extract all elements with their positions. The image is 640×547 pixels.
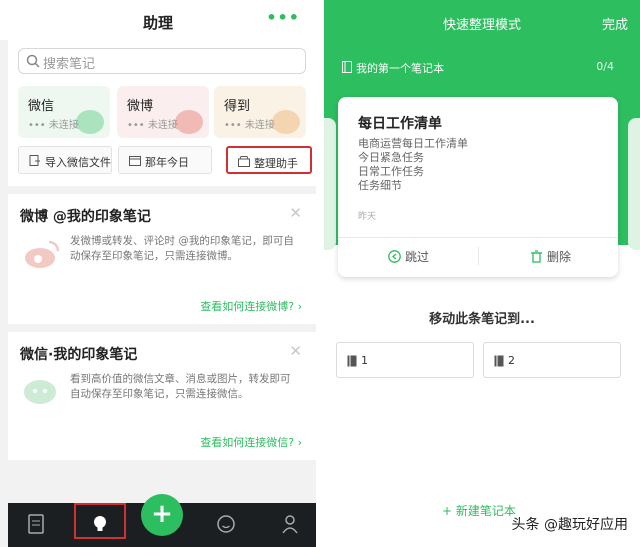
- import-wechat-file-button[interactable]: 导入微信文件: [18, 146, 112, 174]
- service-status: ••• 未连接: [28, 120, 79, 131]
- card-title: 微博 @我的印象笔记: [20, 209, 151, 225]
- card-description: 看到高价值的微信文章、消息或图片，转发即可自动保存至印象笔记，只需连接微信。: [70, 373, 291, 400]
- divider: [338, 237, 618, 238]
- watermark: 头条 @趣玩好应用: [511, 517, 628, 533]
- done-button[interactable]: 完成: [602, 14, 628, 33]
- action-label: 那年今日: [145, 156, 189, 169]
- card-description: 发微博或转发、评论时 @我的印象笔记，即可自动保存至印象笔记，只需连接微博。: [70, 235, 294, 262]
- skip-button[interactable]: 跳过: [388, 248, 429, 265]
- note-title: 每日工作清单: [358, 116, 442, 132]
- action-label: 导入微信文件: [45, 156, 111, 169]
- add-note-button[interactable]: +: [141, 494, 183, 536]
- quick-organize-screen: 快速整理模式 完成 我的第一个笔记本 0/4 每日工作清单 电商运营每日工作清单…: [324, 0, 640, 547]
- weibo-help-link[interactable]: 查看如何连接微博? ›: [200, 298, 302, 314]
- file-import-icon: [29, 155, 40, 166]
- note-preview: 电商运营每日工作清单 今日紧急任务 日常工作任务 任务细节: [358, 137, 468, 193]
- weibo-icon: [175, 110, 203, 134]
- current-notebook-row: 我的第一个笔记本 0/4: [324, 57, 640, 77]
- close-icon[interactable]: ✕: [289, 342, 302, 360]
- notes-tab-icon[interactable]: [26, 513, 46, 535]
- page-title: 快速整理模式: [442, 18, 521, 33]
- notebook-progress: 0/4: [596, 60, 614, 73]
- service-weibo[interactable]: 微博 ••• 未连接: [117, 86, 209, 138]
- notebook-icon: [494, 355, 504, 367]
- move-to-heading: 移动此条笔记到...: [429, 312, 535, 327]
- wechat-connect-card: 微信·我的印象笔记 ✕ 看到高价值的微信文章、消息或图片，转发即可自动保存至印象…: [8, 332, 316, 460]
- trash-icon: [531, 250, 542, 263]
- note-line: 电商运营每日工作清单: [358, 137, 468, 150]
- dedao-icon: [272, 110, 300, 134]
- note-line: 日常工作任务: [358, 165, 424, 178]
- weibo-connect-card: 微博 @我的印象笔记 ✕ 发微博或转发、评论时 @我的印象笔记，即可自动保存至印…: [8, 194, 316, 324]
- notebook-label: 2: [508, 354, 515, 367]
- service-dedao[interactable]: 得到 ••• 未连接: [214, 86, 306, 138]
- notebook-icon: [342, 61, 352, 73]
- service-name: 得到: [224, 99, 251, 114]
- calendar-icon: [129, 156, 141, 166]
- profile-tab-icon[interactable]: [280, 513, 300, 535]
- service-name: 微信: [28, 99, 55, 114]
- search-icon: [26, 54, 40, 68]
- close-icon[interactable]: ✕: [289, 204, 302, 222]
- notebook-icon: [347, 355, 357, 367]
- weibo-icon: [25, 240, 60, 268]
- wechat-icon: [24, 380, 56, 404]
- box-icon: [238, 156, 250, 167]
- note-card: 每日工作清单 电商运营每日工作清单 今日紧急任务 日常工作任务 任务细节 昨天 …: [338, 97, 618, 277]
- note-line: 任务细节: [358, 179, 402, 192]
- service-status: ••• 未连接: [127, 120, 178, 131]
- skip-icon: [388, 250, 401, 263]
- notebook-name: 我的第一个笔记本: [356, 62, 444, 75]
- service-name: 微博: [127, 99, 154, 114]
- next-card-edge: [628, 118, 640, 250]
- on-this-day-button[interactable]: 那年今日: [118, 146, 212, 174]
- plus-icon: +: [151, 499, 173, 529]
- target-notebook-2[interactable]: 2: [483, 342, 621, 378]
- delete-button[interactable]: 删除: [530, 248, 571, 265]
- top-bar: 助理 •••: [0, 0, 316, 40]
- notebook-label: 1: [361, 354, 368, 367]
- service-wechat[interactable]: 微信 ••• 未连接: [18, 86, 110, 138]
- search-input[interactable]: 搜索笔记: [18, 48, 306, 74]
- lightbulb-tab-icon[interactable]: [90, 513, 110, 535]
- more-icon[interactable]: •••: [266, 8, 300, 27]
- note-line: 今日紧急任务: [358, 151, 424, 164]
- search-placeholder: 搜索笔记: [43, 57, 96, 72]
- smiley-tab-icon[interactable]: [216, 513, 236, 535]
- organize-assistant-button[interactable]: 整理助手: [226, 146, 312, 174]
- card-title: 微信·我的印象笔记: [20, 347, 138, 363]
- note-date: 昨天: [358, 212, 377, 222]
- divider: [478, 247, 479, 265]
- wechat-help-link[interactable]: 查看如何连接微信? ›: [200, 434, 302, 450]
- target-notebook-1[interactable]: 1: [336, 342, 474, 378]
- service-status: ••• 未连接: [224, 120, 275, 131]
- new-notebook-button[interactable]: + 新建笔记本: [442, 502, 516, 519]
- assistant-screen: 助理 ••• 搜索笔记 微信 ••• 未连接 微博 ••• 未连接 得到 •••…: [0, 0, 316, 547]
- action-label: 整理助手: [254, 157, 298, 170]
- prev-card-edge: [324, 118, 336, 250]
- wechat-icon: [76, 110, 104, 134]
